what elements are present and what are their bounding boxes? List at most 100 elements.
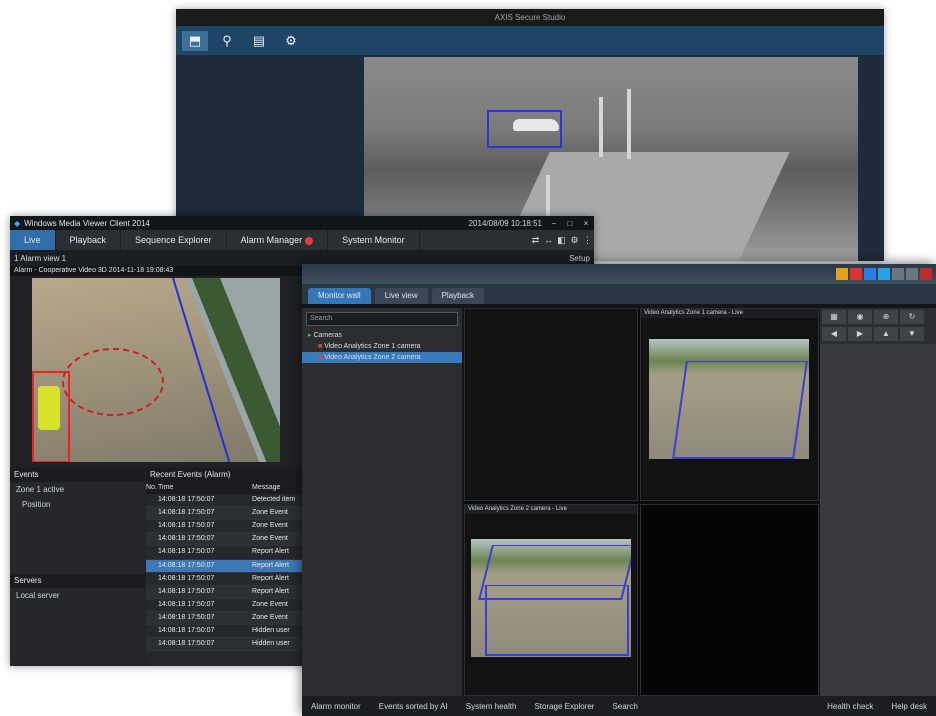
live-video-feed[interactable] — [32, 278, 280, 462]
maximize-button[interactable]: □ — [562, 219, 578, 228]
row-time: 14:08:18 17:50:07 — [158, 509, 215, 517]
arrow-left-icon[interactable]: ◀ — [822, 327, 846, 341]
settings-icon[interactable]: ⚙ — [278, 31, 304, 51]
refresh-icon[interactable]: ↻ — [900, 310, 924, 324]
empty-video-cell[interactable] — [640, 504, 819, 696]
close-button[interactable]: × — [578, 219, 594, 228]
view-selector[interactable]: 1 Alarm view 1 — [14, 254, 66, 263]
table-row[interactable]: 14:08:18 17:50:07 Report Alert — [146, 559, 302, 573]
app-logo-icon: ◆ — [14, 218, 21, 228]
swap-icon[interactable]: ⇄ — [529, 235, 542, 246]
grid-icon[interactable]: ▦ — [822, 310, 846, 324]
more-icon[interactable]: ⋮ — [581, 235, 594, 246]
ptz-panel: ▦ ◉ ⊕ ↻ ◀ ▶ ▲ ▼ — [820, 308, 936, 696]
empty-video-cell[interactable] — [464, 308, 638, 501]
column-header[interactable]: No. — [146, 482, 157, 494]
row-time: 14:08:18 17:50:07 — [158, 627, 215, 635]
row-indicator — [146, 612, 156, 624]
tab-monitor-wall[interactable]: Monitor wall — [308, 288, 371, 304]
row-message: Hidden user — [252, 627, 290, 635]
row-time: 14:08:18 17:50:07 — [158, 522, 215, 530]
tab-alarm-manager[interactable]: Alarm Manager — [227, 230, 329, 250]
snapshot-icon[interactable]: ◉ — [848, 310, 872, 324]
tree-node-camera-1[interactable]: ■ Video Analytics Zone 1 camera — [302, 341, 462, 352]
info-icon[interactable] — [864, 268, 876, 280]
table-row[interactable]: 14:08:18 17:50:07 Zone Event — [146, 611, 302, 626]
alarm-badge — [305, 236, 314, 245]
row-message: Zone Event — [252, 509, 288, 517]
status-help[interactable]: Help desk — [882, 702, 936, 711]
window-title: Windows Media Viewer Client 2014 — [24, 218, 150, 228]
row-indicator — [146, 533, 156, 545]
arrow-down-icon[interactable]: ▼ — [900, 327, 924, 341]
table-body: 14:08:18 17:50:07 Detected item 14:08:18 1… — [146, 494, 302, 652]
tab-live[interactable]: Live — [10, 230, 56, 250]
table-row[interactable]: 14:08:18 17:50:07 Detected item — [146, 494, 302, 508]
arrow-up-icon[interactable]: ▲ — [874, 327, 898, 341]
status-system-health[interactable]: System health — [457, 702, 526, 711]
status-alarm-monitor[interactable]: Alarm monitor — [302, 702, 370, 711]
window-title: AXIS Secure Studio — [176, 9, 884, 26]
table-header-row: No. Time Message — [146, 482, 302, 495]
search-camera-icon[interactable]: ⚲ — [214, 31, 240, 51]
row-message: Hidden user — [252, 640, 290, 648]
table-row[interactable]: 14:08:18 17:50:07 Report Alert — [146, 546, 302, 560]
table-row[interactable]: 14:08:18 17:50:07 Zone Event — [146, 520, 302, 534]
status-storage[interactable]: Storage Explorer — [525, 702, 603, 711]
minimize-button[interactable]: − — [546, 219, 562, 228]
table-row[interactable]: 14:08:18 17:50:07 Report Alert — [146, 573, 302, 586]
event-table: Recent Events (Alarm) No. Time Message 1… — [146, 468, 302, 666]
camera-feed-2 — [471, 539, 631, 657]
gear-icon[interactable]: ⚙ — [568, 235, 581, 246]
tab-live-view[interactable]: Live view — [374, 288, 428, 304]
record-icon[interactable] — [850, 268, 862, 280]
table-row[interactable]: 14:08:18 17:50:07 Zone Event — [146, 599, 302, 612]
tab-playback[interactable]: Playback — [431, 288, 485, 304]
video-cell-2[interactable]: Video Analytics Zone 2 camera - Live — [464, 504, 638, 696]
cell-title: Video Analytics Zone 1 camera - Live — [641, 309, 818, 318]
status-events[interactable]: Events sorted by AI — [370, 702, 457, 711]
arrows-icon[interactable]: ↔ — [542, 235, 555, 245]
tab-playback[interactable]: Playback — [56, 230, 122, 250]
datetime: 2014/08/09 10:18:51 — [468, 218, 542, 228]
person-icon[interactable] — [878, 268, 890, 280]
row-time: 14:08:18 17:50:07 — [158, 535, 215, 543]
monitor-icon[interactable]: ⬒ — [182, 30, 208, 51]
column-header[interactable]: Message — [250, 482, 302, 494]
status-search[interactable]: Search — [603, 702, 646, 711]
tree-node-camera-2[interactable]: ■ Video Analytics Zone 2 camera — [302, 352, 462, 363]
video-cell-1[interactable]: Video Analytics Zone 1 camera - Live — [640, 308, 819, 501]
monitor-wall-window: Monitor wall Live view Playback Search ▸… — [302, 264, 936, 716]
status-health-check[interactable]: Health check — [818, 702, 882, 711]
document-icon[interactable]: ▤ — [246, 31, 272, 51]
status-bar: Alarm monitor Events sorted by AI System… — [302, 696, 936, 716]
close-icon[interactable] — [920, 268, 932, 280]
maximize-icon[interactable] — [906, 268, 918, 280]
events-heading: Events — [10, 468, 145, 482]
zoom-icon[interactable]: ⊕ — [874, 310, 898, 324]
row-message: Zone Event — [252, 600, 288, 608]
arrow-right-icon[interactable]: ▶ — [848, 327, 872, 341]
table-row[interactable]: 14:08:18 17:50:07 Hidden user — [146, 625, 302, 639]
table-row[interactable]: 14:08:18 17:50:07 Zone Event — [146, 533, 302, 547]
column-header[interactable]: Time — [156, 482, 250, 494]
tree-node-cameras[interactable]: ▸ Cameras — [302, 330, 462, 341]
tab-system-monitor[interactable]: System Monitor — [328, 230, 420, 250]
row-message: Report Alert — [252, 574, 289, 582]
setup-button[interactable]: Setup — [569, 254, 590, 263]
row-indicator — [146, 599, 156, 611]
table-row[interactable]: 14:08:18 17:50:07 Hidden user — [146, 638, 302, 652]
table-row[interactable]: 14:08:18 17:50:07 Zone Event — [146, 507, 302, 521]
event-item[interactable]: Position — [10, 497, 145, 512]
row-time: 14:08:18 17:50:07 — [158, 587, 215, 595]
row-message: Zone Event — [252, 535, 288, 543]
row-message: Report Alert — [252, 561, 289, 569]
table-row[interactable]: 14:08:18 17:50:07 Report Alert — [146, 585, 302, 599]
minimize-icon[interactable] — [892, 268, 904, 280]
alert-icon[interactable] — [836, 268, 848, 280]
tab-sequence-explorer[interactable]: Sequence Explorer — [121, 230, 227, 250]
search-input[interactable]: Search — [306, 312, 458, 326]
server-item[interactable]: Local server — [10, 588, 145, 603]
layout-icon[interactable]: ◧ — [555, 235, 568, 246]
event-item[interactable]: Zone 1 active — [10, 482, 145, 497]
